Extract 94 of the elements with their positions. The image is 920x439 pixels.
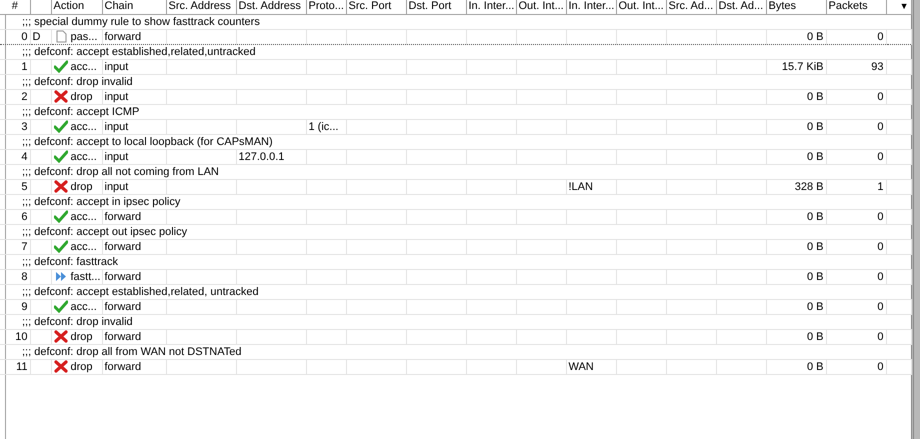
rule-comment: ;;; defconf: drop invalid (22, 76, 133, 88)
table-cell: 6 (21, 210, 28, 222)
rule-comment: ;;; defconf: drop invalid (22, 316, 133, 328)
table-cell: input (104, 150, 128, 162)
table-cell: 0 B (806, 150, 824, 162)
table-cell: drop (70, 180, 93, 193)
table-cell: forward (104, 30, 142, 42)
table-cell: pas... (70, 30, 98, 43)
table-cell: 0 (877, 90, 884, 102)
table-cell: 0 B (806, 210, 824, 222)
table-cell: fastt... (70, 270, 100, 283)
column-header[interactable]: Src. Ad... (666, 0, 716, 14)
table-cell: 93 (871, 60, 884, 72)
table-cell: 2 (21, 90, 28, 102)
table-cell: 3 (21, 120, 28, 132)
table-cell: 0 B (806, 300, 824, 312)
table-cell: 0 (21, 30, 28, 42)
table-cell: forward (104, 270, 142, 282)
rule-comment: ;;; defconf: accept to local loopback (for CAPsMAN) (22, 136, 273, 148)
column-header[interactable]: # (0, 0, 30, 14)
table-cell: acc... (70, 210, 97, 223)
rule-comment: ;;; defconf: accept out ipsec policy (22, 226, 188, 238)
table-cell: acc... (70, 240, 97, 253)
table-cell: 8 (21, 270, 28, 282)
table-cell: D (32, 30, 40, 42)
table-cell: 127.0.0.1 (238, 150, 284, 162)
table-cell: input (104, 120, 128, 132)
table-cell: 0 (877, 270, 884, 282)
table-cell: 7 (21, 240, 28, 252)
table-cell: 9 (21, 300, 28, 312)
table-cell: forward (104, 300, 142, 312)
table-cell: 1 (877, 180, 884, 192)
column-header[interactable]: Src. Address (166, 0, 236, 14)
table-cell: forward (104, 330, 142, 342)
table-cell: 5 (21, 180, 28, 192)
table-cell: 0 (877, 120, 884, 132)
table-cell: input (104, 180, 128, 192)
table-cell: WAN (568, 360, 594, 372)
table-cell: 1 (ic... (308, 120, 338, 132)
column-header[interactable]: Out. Int... (616, 0, 666, 14)
dropdown-arrow[interactable]: ▼ (900, 1, 908, 12)
column-header[interactable]: Bytes (766, 0, 826, 14)
table-cell: acc... (70, 150, 97, 163)
rule-comment: ;;; defconf: fasttrack (22, 256, 118, 268)
table-cell: 1 (21, 60, 28, 72)
table-cell: 0 B (806, 120, 824, 132)
table-cell: forward (104, 360, 142, 372)
column-header[interactable]: Dst. Ad... (716, 0, 766, 14)
table-cell: 0 B (806, 360, 824, 372)
rule-comment: ;;; defconf: drop all from WAN not DSTNATed (22, 346, 242, 358)
table-cell: 0 (877, 300, 884, 312)
column-header[interactable]: Proto... (306, 0, 346, 14)
table-cell: 0 (877, 240, 884, 252)
table-cell: 0 B (806, 330, 824, 342)
table-cell: input (104, 90, 128, 102)
rule-comment: ;;; special dummy rule to show fasttrack counters (22, 16, 260, 28)
column-header[interactable]: In. Inter... (466, 0, 516, 14)
column-header[interactable]: Dst. Port (406, 0, 466, 14)
column-header[interactable]: Dst. Address (236, 0, 306, 14)
table-cell: 15.7 KiB (782, 60, 824, 72)
table-cell: acc... (70, 120, 97, 133)
table-cell: 0 B (806, 30, 824, 42)
table-cell: acc... (70, 300, 97, 313)
table-cell: forward (104, 210, 142, 222)
column-header[interactable]: Out. Int... (516, 0, 566, 14)
table-cell: 0 (877, 210, 884, 222)
table-cell: 0 (877, 360, 884, 372)
table-cell: forward (104, 240, 142, 252)
table-cell: 0 (877, 150, 884, 162)
table-cell: 10 (15, 330, 28, 342)
table-cell: 0 B (806, 240, 824, 252)
table-cell: 11 (16, 360, 28, 372)
table-cell: input (104, 60, 128, 72)
table-cell: 0 B (806, 90, 824, 102)
column-header[interactable]: Action (51, 0, 102, 14)
column-header[interactable]: Chain (102, 0, 166, 14)
table-cell: !LAN (568, 180, 593, 192)
table-cell: drop (70, 90, 93, 103)
rule-comment: ;;; defconf: drop all not coming from LAN (22, 166, 219, 178)
rule-comment: ;;; defconf: accept established,related, untracked (22, 286, 259, 298)
rule-comment: ;;; defconf: accept ICMP (22, 106, 140, 118)
table-cell: 0 B (806, 270, 824, 282)
table-cell: 0 (877, 330, 884, 342)
table-cell: 328 B (794, 180, 824, 192)
table-cell: acc... (70, 60, 97, 73)
table-cell: 4 (21, 150, 28, 162)
table-cell: drop (70, 360, 93, 373)
rule-comment: ;;; defconf: accept in ipsec policy (22, 196, 180, 208)
column-header[interactable]: Src. Port (346, 0, 406, 14)
table-cell: 0 (877, 30, 884, 42)
column-header[interactable]: Packets (826, 0, 886, 14)
table-cell: drop (70, 330, 93, 343)
rule-comment: ;;; defconf: accept established,related,untracked (22, 46, 256, 58)
column-header[interactable]: In. Inter... (566, 0, 616, 14)
